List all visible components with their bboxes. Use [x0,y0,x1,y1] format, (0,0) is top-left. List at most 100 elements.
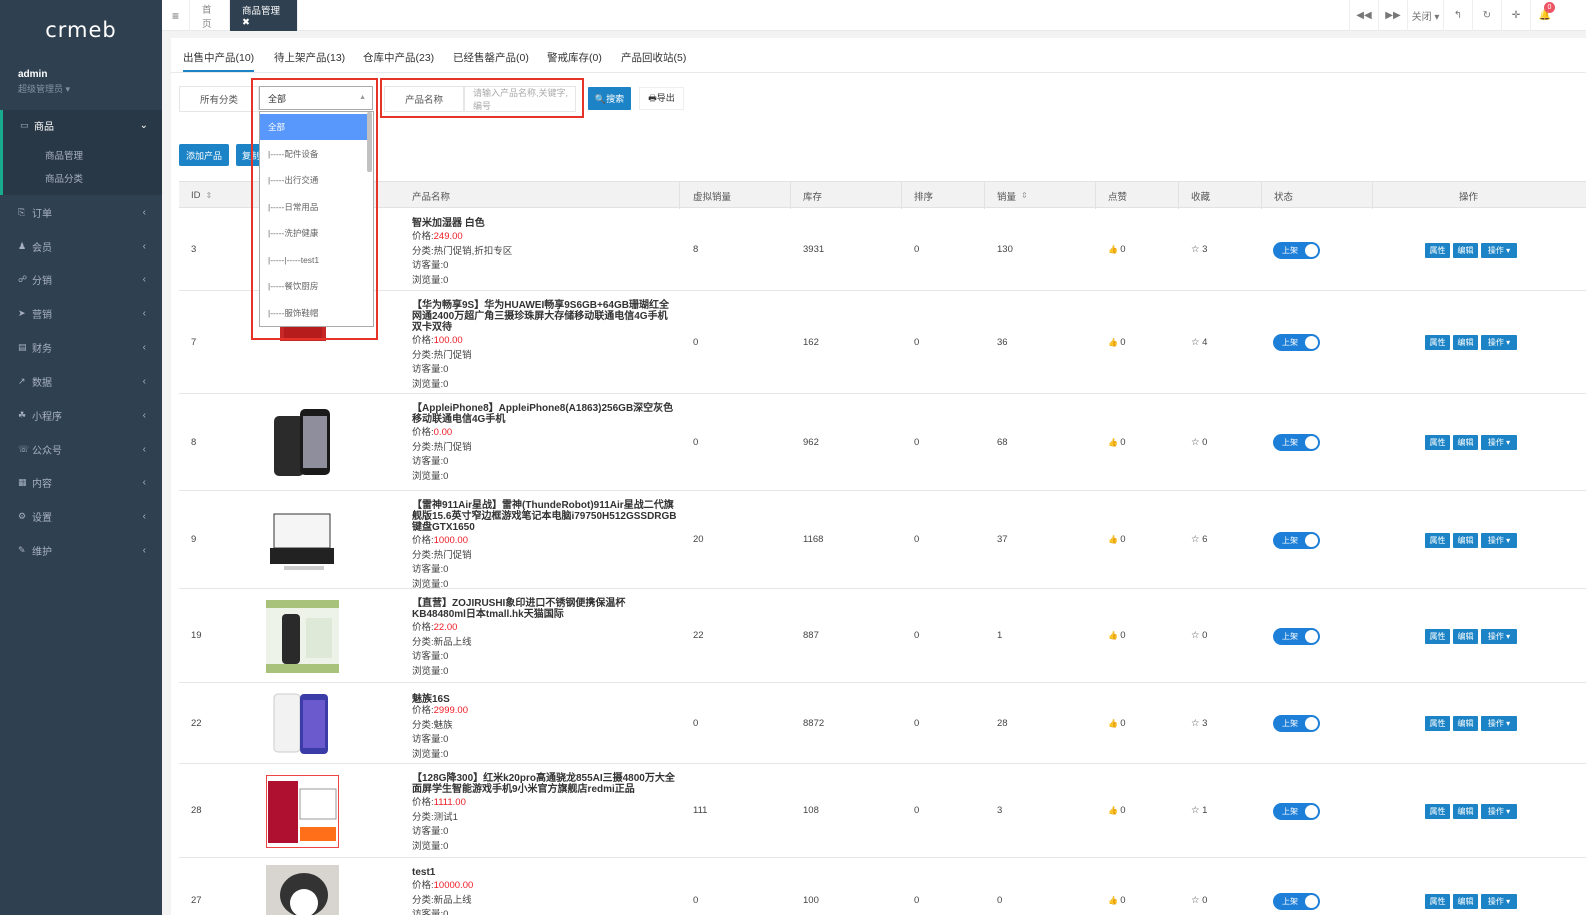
tab-recycle[interactable]: 产品回收站(5) [621,50,686,72]
add-product-button[interactable]: 添加产品 [179,144,229,166]
tab-pending[interactable]: 待上架产品(13) [274,50,345,72]
notification-bell-icon[interactable]: 🔔 0 [1530,0,1559,31]
nav-item-8[interactable]: ☏ 公众号 ‹ [18,440,158,458]
attributes-button[interactable]: 属性 [1425,532,1450,548]
status-toggle[interactable]: 上架 [1273,627,1320,645]
attributes-button[interactable]: 属性 [1425,242,1450,258]
product-thumbnail[interactable] [266,688,339,761]
cell-likes[interactable]: 👍 0 [1108,534,1125,545]
menu-toggle-icon[interactable]: ≡ [162,0,190,31]
edit-button[interactable]: 编辑 [1453,716,1478,731]
user-role-dropdown[interactable]: 超级管理员 ▾ [18,82,70,95]
refresh-icon[interactable]: ↻ [1472,0,1501,31]
nav-item-6[interactable]: ↗ 数据 ‹ [18,372,158,390]
cell-favorites[interactable]: ☆ 0 [1191,895,1207,906]
cell-favorites[interactable]: ☆ 0 [1191,437,1207,448]
attributes-button[interactable]: 属性 [1425,335,1450,350]
tab-warehouse[interactable]: 仓库中产品(23) [363,50,434,72]
more-actions-button[interactable]: 操作 ▾ [1481,242,1517,258]
cell-favorites[interactable]: ☆ 0 [1191,630,1207,641]
scroll-left-icon[interactable]: ◀◀ [1349,0,1378,31]
nav-item-10[interactable]: ⚙ 设置 ‹ [18,507,158,525]
product-name[interactable]: test1 [412,867,677,878]
nav-item-3[interactable]: ☍ 分销 ‹ [18,270,158,288]
product-name[interactable]: 【128G降300】红米k20pro高通骁龙855AI三摄4800万大全面屏学生… [412,773,677,795]
cell-likes[interactable]: 👍 0 [1108,805,1125,816]
edit-button[interactable]: 编辑 [1453,532,1478,548]
status-toggle[interactable]: 上架 [1273,434,1320,451]
more-actions-button[interactable]: 操作 ▾ [1481,716,1517,731]
edit-button[interactable]: 编辑 [1453,242,1478,258]
product-thumbnail[interactable] [266,864,339,915]
product-thumbnail[interactable] [266,599,339,673]
col-id[interactable]: ID ⇕ [191,182,212,209]
edit-button[interactable]: 编辑 [1453,893,1478,909]
cell-likes[interactable]: 👍 0 [1108,895,1125,906]
nav-item-7[interactable]: ☘ 小程序 ‹ [18,406,158,424]
nav-item-0[interactable]: ▭ 商品 ⌄ [20,116,160,134]
status-toggle[interactable]: 上架 [1273,892,1320,910]
cell-favorites[interactable]: ☆ 3 [1191,244,1207,255]
edit-button[interactable]: 编辑 [1453,335,1478,350]
cell-likes[interactable]: 👍 0 [1108,630,1125,641]
product-name[interactable]: 【直营】ZOJIRUSHI象印进口不锈钢便携保温杯KB48480ml日本tmal… [412,598,677,620]
product-thumbnail[interactable] [266,406,339,479]
more-actions-button[interactable]: 操作 ▾ [1481,893,1517,909]
tab-sold-out[interactable]: 已经售罄产品(0) [453,50,529,72]
search-button[interactable]: 🔍搜索 [588,87,631,110]
status-toggle[interactable]: 上架 [1273,802,1320,820]
col-sales[interactable]: 销量 ⇕ [997,182,1028,209]
product-name[interactable]: 【华为畅享9S】华为HUAWEI畅享9S6GB+64GB珊瑚红全网通2400万超… [412,300,677,333]
nav-item-11[interactable]: ✎ 维护 ‹ [18,541,158,559]
cell-favorites[interactable]: ☆ 4 [1191,337,1207,348]
more-actions-button[interactable]: 操作 ▾ [1481,435,1517,450]
nav-item-1[interactable]: ⎘ 订单 ‹ [18,203,158,221]
status-toggle[interactable]: 上架 [1273,531,1320,549]
nav-item-4[interactable]: ➤ 营销 ‹ [18,304,158,322]
nav-sub-product-category[interactable]: 商品分类 [45,171,83,185]
cell-likes[interactable]: 👍 0 [1108,244,1125,255]
tab-home[interactable]: 首页 [190,0,230,31]
scroll-right-icon[interactable]: ▶▶ [1378,0,1407,31]
close-tabs-dropdown[interactable]: 关闭 ▾ [1407,0,1443,31]
product-name[interactable]: 【雷神911Air星战】雷神(ThundeRobot)911Air星战二代旗舰版… [412,500,677,533]
attributes-button[interactable]: 属性 [1425,893,1450,909]
nav-item-5[interactable]: ▤ 财务 ‹ [18,338,158,356]
nav-item-2[interactable]: ♟ 会员 ‹ [18,237,158,255]
cell-likes[interactable]: 👍 0 [1108,337,1125,348]
back-icon[interactable]: ↰ [1443,0,1472,31]
tab-on-sale[interactable]: 出售中产品(10) [183,50,255,72]
tab-product-manage[interactable]: 商品管理 ✖ [230,0,298,31]
tab-low-stock[interactable]: 警戒库存(0) [547,50,602,72]
fullscreen-icon[interactable]: ✛ [1501,0,1530,31]
cell-favorites[interactable]: ☆ 6 [1191,534,1207,545]
edit-button[interactable]: 编辑 [1453,435,1478,450]
attributes-button[interactable]: 属性 [1425,803,1450,819]
status-toggle[interactable]: 上架 [1273,241,1320,259]
attributes-button[interactable]: 属性 [1425,716,1450,731]
edit-button[interactable]: 编辑 [1453,803,1478,819]
edit-button[interactable]: 编辑 [1453,628,1478,644]
more-actions-button[interactable]: 操作 ▾ [1481,803,1517,819]
product-thumbnail[interactable] [266,503,339,577]
nav-item-9[interactable]: ▦ 内容 ‹ [18,473,158,491]
user-name[interactable]: admin [18,69,47,80]
more-actions-button[interactable]: 操作 ▾ [1481,628,1517,644]
product-thumbnail[interactable] [265,773,340,849]
nav-sub-product-manage[interactable]: 商品管理 [45,148,83,162]
export-button[interactable]: 🖶导出 [639,87,684,110]
more-actions-button[interactable]: 操作 ▾ [1481,532,1517,548]
status-toggle[interactable]: 上架 [1273,334,1320,351]
price-value: 100.00 [433,335,463,346]
cell-favorites[interactable]: ☆ 1 [1191,805,1207,816]
more-actions-button[interactable]: 操作 ▾ [1481,335,1517,350]
attributes-button[interactable]: 属性 [1425,628,1450,644]
product-name[interactable]: 智米加湿器 白色 [412,218,677,229]
attributes-button[interactable]: 属性 [1425,435,1450,450]
nav-label: 内容 [32,478,52,490]
cell-likes[interactable]: 👍 0 [1108,718,1125,729]
cell-favorites[interactable]: ☆ 3 [1191,718,1207,729]
cell-likes[interactable]: 👍 0 [1108,437,1125,448]
product-name[interactable]: 【AppleiPhone8】AppleiPhone8(A1863)256GB深空… [412,403,677,425]
status-toggle[interactable]: 上架 [1273,715,1320,732]
